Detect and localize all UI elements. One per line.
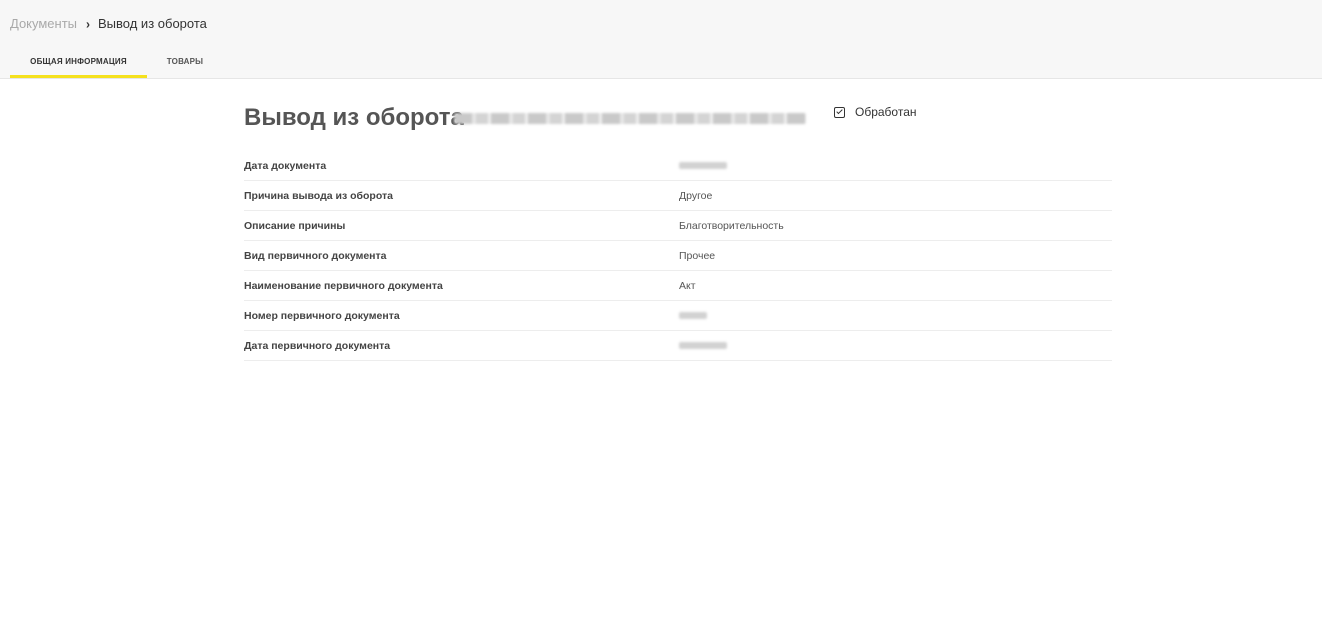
checkbox-checked-icon — [834, 106, 845, 118]
field-label: Дата первичного документа — [244, 340, 391, 352]
field-label: Наименование первичного документа — [244, 280, 443, 292]
field-label: Номер первичного документа — [244, 310, 400, 322]
field-row-withdrawal-reason: Причина вывода из оборота Другое — [244, 181, 1112, 211]
status-label: Обработан — [855, 105, 917, 119]
field-row-primary-doc-name: Наименование первичного документа Акт — [244, 271, 1112, 301]
field-row-reason-description: Описание причины Благотворительность — [244, 211, 1112, 241]
field-value-redacted — [679, 162, 727, 169]
page-title: Вывод из оборота — [244, 104, 464, 131]
field-label: Причина вывода из оборота — [244, 190, 393, 202]
field-row-document-date: Дата документа — [244, 151, 1112, 181]
field-label: Дата документа — [244, 160, 327, 172]
field-value: Акт — [679, 280, 696, 292]
field-label: Описание причины — [244, 220, 346, 232]
status-processed: Обработан — [834, 105, 917, 119]
tab-general-info[interactable]: ОБЩАЯ ИНФОРМАЦИЯ — [10, 52, 147, 78]
field-value-redacted — [679, 312, 707, 319]
field-row-primary-doc-number: Номер первичного документа — [244, 301, 1112, 331]
field-label: Вид первичного документа — [244, 250, 387, 262]
document-id-redacted — [454, 113, 806, 124]
document-fields: Дата документа Причина вывода из оборота… — [244, 151, 1112, 361]
breadcrumb-current: Вывод из оборота — [98, 16, 207, 31]
tab-bar: ОБЩАЯ ИНФОРМАЦИЯ ТОВАРЫ — [10, 52, 223, 78]
field-row-primary-doc-type: Вид первичного документа Прочее — [244, 241, 1112, 271]
title-row: Вывод из оборота Обработан — [244, 103, 1112, 139]
top-bar: Документы › Вывод из оборота ОБЩАЯ ИНФОР… — [0, 0, 1322, 79]
breadcrumb: Документы › Вывод из оборота — [10, 16, 207, 32]
field-value: Благотворительность — [679, 220, 784, 232]
field-value: Другое — [679, 190, 713, 202]
breadcrumb-link-documents[interactable]: Документы — [10, 16, 77, 32]
field-row-primary-doc-date: Дата первичного документа — [244, 331, 1112, 361]
field-value-redacted — [679, 342, 727, 349]
tab-goods[interactable]: ТОВАРЫ — [147, 52, 223, 78]
field-value: Прочее — [679, 250, 716, 262]
chevron-right-icon: › — [86, 16, 91, 32]
